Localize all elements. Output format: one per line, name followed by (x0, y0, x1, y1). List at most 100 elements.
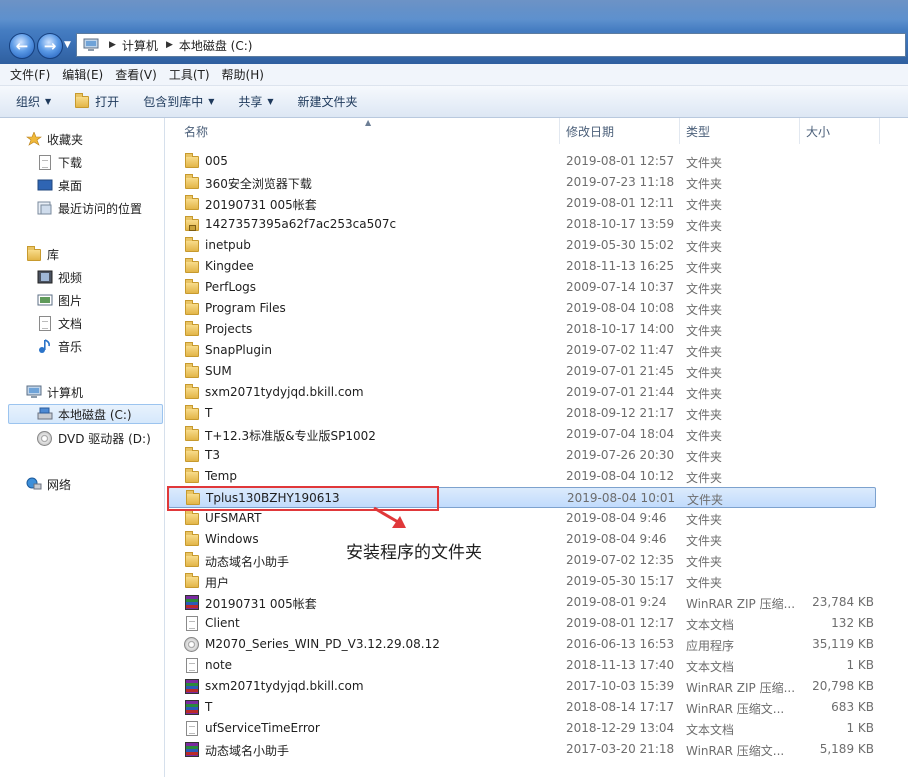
file-row[interactable]: PerfLogs 2009-07-14 10:37 文件夹 (168, 277, 876, 298)
file-size: 1 KB (846, 721, 874, 735)
file-size: 35,119 KB (812, 637, 874, 651)
open-button[interactable]: 打开 (75, 93, 119, 110)
folder-icon (184, 300, 200, 316)
file-date: 2018-11-13 16:25 (566, 259, 675, 273)
file-row[interactable]: 用户 2019-05-30 15:17 文件夹 (168, 571, 876, 592)
menu-bar: 文件(F) 编辑(E) 查看(V) 工具(T) 帮助(H) (0, 64, 908, 86)
file-row[interactable]: ufServiceTimeError 2018-12-29 13:04 文本文档 1 … (168, 718, 876, 739)
file-row[interactable]: SUM 2019-07-01 21:45 文件夹 (168, 361, 876, 382)
file-date: 2019-08-01 12:17 (566, 616, 675, 630)
folder-icon (184, 153, 200, 169)
file-row[interactable]: Temp 2019-08-04 10:12 文件夹 (168, 466, 876, 487)
menu-help[interactable]: 帮助(H) (222, 66, 264, 83)
file-type: 文件夹 (686, 471, 723, 485)
file-row[interactable]: UFSMART 2019-08-04 9:46 文件夹 (168, 508, 876, 529)
nav-music[interactable]: 音乐 (37, 336, 82, 356)
file-date: 2019-08-04 9:46 (566, 532, 667, 546)
nav-desktop[interactable]: 桌面 (37, 175, 82, 195)
sort-ascending-icon: ▲ (365, 118, 372, 127)
file-row[interactable]: T3 2019-07-26 20:30 文件夹 (168, 445, 876, 466)
file-name: sxm2071tydyjqd.bkill.com (205, 385, 364, 399)
file-row[interactable]: M2070_Series_WIN_PD_V3.12.29.08.12 2016-0… (168, 634, 876, 655)
file-date: 2019-07-23 11:18 (566, 175, 675, 189)
file-row[interactable]: 005 2019-08-01 12:57 文件夹 (168, 151, 876, 172)
file-row[interactable]: 20190731 005帐套 2019-08-01 9:24 WinRAR ZIP … (168, 592, 876, 613)
file-date: 2019-07-02 12:35 (566, 553, 675, 567)
nav-network-label: 网络 (47, 477, 72, 492)
file-row[interactable]: sxm2071tydyjqd.bkill.com 2017-10-03 15:39… (168, 676, 876, 697)
nav-libraries[interactable]: 库 (26, 244, 59, 264)
nav-recent[interactable]: 最近访问的位置 (37, 198, 142, 218)
nav-computer[interactable]: 计算机 (26, 382, 83, 402)
file-date: 2019-08-04 10:01 (567, 491, 676, 505)
breadcrumb-computer[interactable]: 计算机 (122, 37, 158, 54)
menu-tools[interactable]: 工具(T) (169, 66, 210, 83)
folder-icon (184, 405, 200, 421)
nav-dvd-drive[interactable]: DVD 驱动器 (D:) (37, 428, 151, 448)
nav-network[interactable]: 网络 (26, 474, 71, 494)
file-row[interactable]: Projects 2018-10-17 14:00 文件夹 (168, 319, 876, 340)
downloads-icon (37, 155, 53, 170)
back-button[interactable]: ← (9, 33, 35, 59)
file-row[interactable]: T 2018-08-14 17:17 WinRAR 压缩文... 683 KB (168, 697, 876, 718)
share-button[interactable]: 共享 ▼ (238, 93, 273, 110)
file-row[interactable]: 360安全浏览器下载 2019-07-23 11:18 文件夹 (168, 172, 876, 193)
file-row[interactable]: 20190731 005帐套 2019-08-01 12:11 文件夹 (168, 193, 876, 214)
new-folder-button[interactable]: 新建文件夹 (298, 93, 358, 110)
file-row[interactable]: Windows 2019-08-04 9:46 文件夹 (168, 529, 876, 550)
file-row[interactable]: SnapPlugin 2019-07-02 11:47 文件夹 (168, 340, 876, 361)
address-bar-area: ← → ▼ ▶ 计算机 ▶ 本地磁盘 (C:) (0, 0, 908, 64)
folder-icon (184, 237, 200, 253)
file-name: 360安全浏览器下载 (205, 177, 312, 191)
file-type: 文件夹 (686, 429, 723, 443)
file-name: Client (205, 616, 240, 630)
file-row[interactable]: 动态域名小助手 2017-03-20 21:18 WinRAR 压缩文... 5,18… (168, 739, 876, 760)
file-row[interactable]: Program Files 2019-08-04 10:08 文件夹 (168, 298, 876, 319)
column-date-label: 修改日期 (566, 124, 615, 139)
file-row[interactable]: Client 2019-08-01 12:17 文本文档 132 KB (168, 613, 876, 634)
forward-button[interactable]: → (37, 33, 63, 59)
organize-button[interactable]: 组织 ▼ (16, 93, 51, 110)
breadcrumb-separator-icon[interactable]: ▶ (166, 40, 173, 50)
column-header-size[interactable]: 大小 (802, 118, 880, 144)
nav-favorites[interactable]: 收藏夹 (26, 129, 83, 149)
file-size: 20,798 KB (812, 679, 874, 693)
folder-icon (184, 573, 200, 589)
file-row[interactable]: T+12.3标准版&专业版SP1002 2019-07-04 18:04 文件夹 (168, 424, 876, 445)
file-row[interactable]: inetpub 2019-05-30 15:02 文件夹 (168, 235, 876, 256)
folder-icon (184, 552, 200, 568)
file-row[interactable]: sxm2071tydyjqd.bkill.com 2019-07-01 21:44… (168, 382, 876, 403)
nav-videos-label: 视频 (58, 270, 83, 285)
menu-file[interactable]: 文件(F) (10, 66, 50, 83)
breadcrumb-separator-icon[interactable]: ▶ (109, 40, 116, 50)
menu-edit[interactable]: 编辑(E) (62, 66, 103, 83)
folder-icon (184, 384, 200, 400)
address-bar[interactable]: ▶ 计算机 ▶ 本地磁盘 (C:) (76, 33, 906, 57)
file-name: PerfLogs (205, 280, 257, 294)
nav-documents[interactable]: 文档 (37, 313, 82, 333)
file-row[interactable]: T 2018-09-12 21:17 文件夹 (168, 403, 876, 424)
nav-pictures[interactable]: 图片 (37, 290, 82, 310)
breadcrumb-local-disk[interactable]: 本地磁盘 (C:) (179, 37, 253, 54)
file-row[interactable]: note 2018-11-13 17:40 文本文档 1 KB (168, 655, 876, 676)
nav-libraries-label: 库 (47, 247, 60, 262)
include-in-library-button[interactable]: 包含到库中 ▼ (143, 93, 214, 110)
history-dropdown-icon[interactable]: ▼ (64, 40, 71, 50)
nav-videos[interactable]: 视频 (37, 267, 82, 287)
file-row[interactable]: 动态域名小助手 2019-07-02 12:35 文件夹 (168, 550, 876, 571)
menu-view[interactable]: 查看(V) (115, 66, 157, 83)
file-row[interactable]: Kingdee 2018-11-13 16:25 文件夹 (168, 256, 876, 277)
file-type: 文件夹 (686, 366, 723, 380)
folder-icon (184, 363, 200, 379)
file-name: 动态域名小助手 (205, 555, 290, 569)
file-name: 动态域名小助手 (205, 744, 290, 758)
nav-downloads[interactable]: 下载 (37, 152, 82, 172)
file-date: 2019-07-04 18:04 (566, 427, 675, 441)
file-row[interactable]: 1427357395a62f7ac253ca507c 2018-10-17 13:… (168, 214, 876, 235)
include-label: 包含到库中 (143, 95, 204, 109)
column-header-date[interactable]: 修改日期 (562, 118, 680, 144)
file-name: 20190731 005帐套 (205, 597, 317, 611)
file-date: 2018-11-13 17:40 (566, 658, 675, 672)
column-header-type[interactable]: 类型 (682, 118, 800, 144)
nav-local-disk[interactable]: 本地磁盘 (C:) (8, 404, 163, 424)
